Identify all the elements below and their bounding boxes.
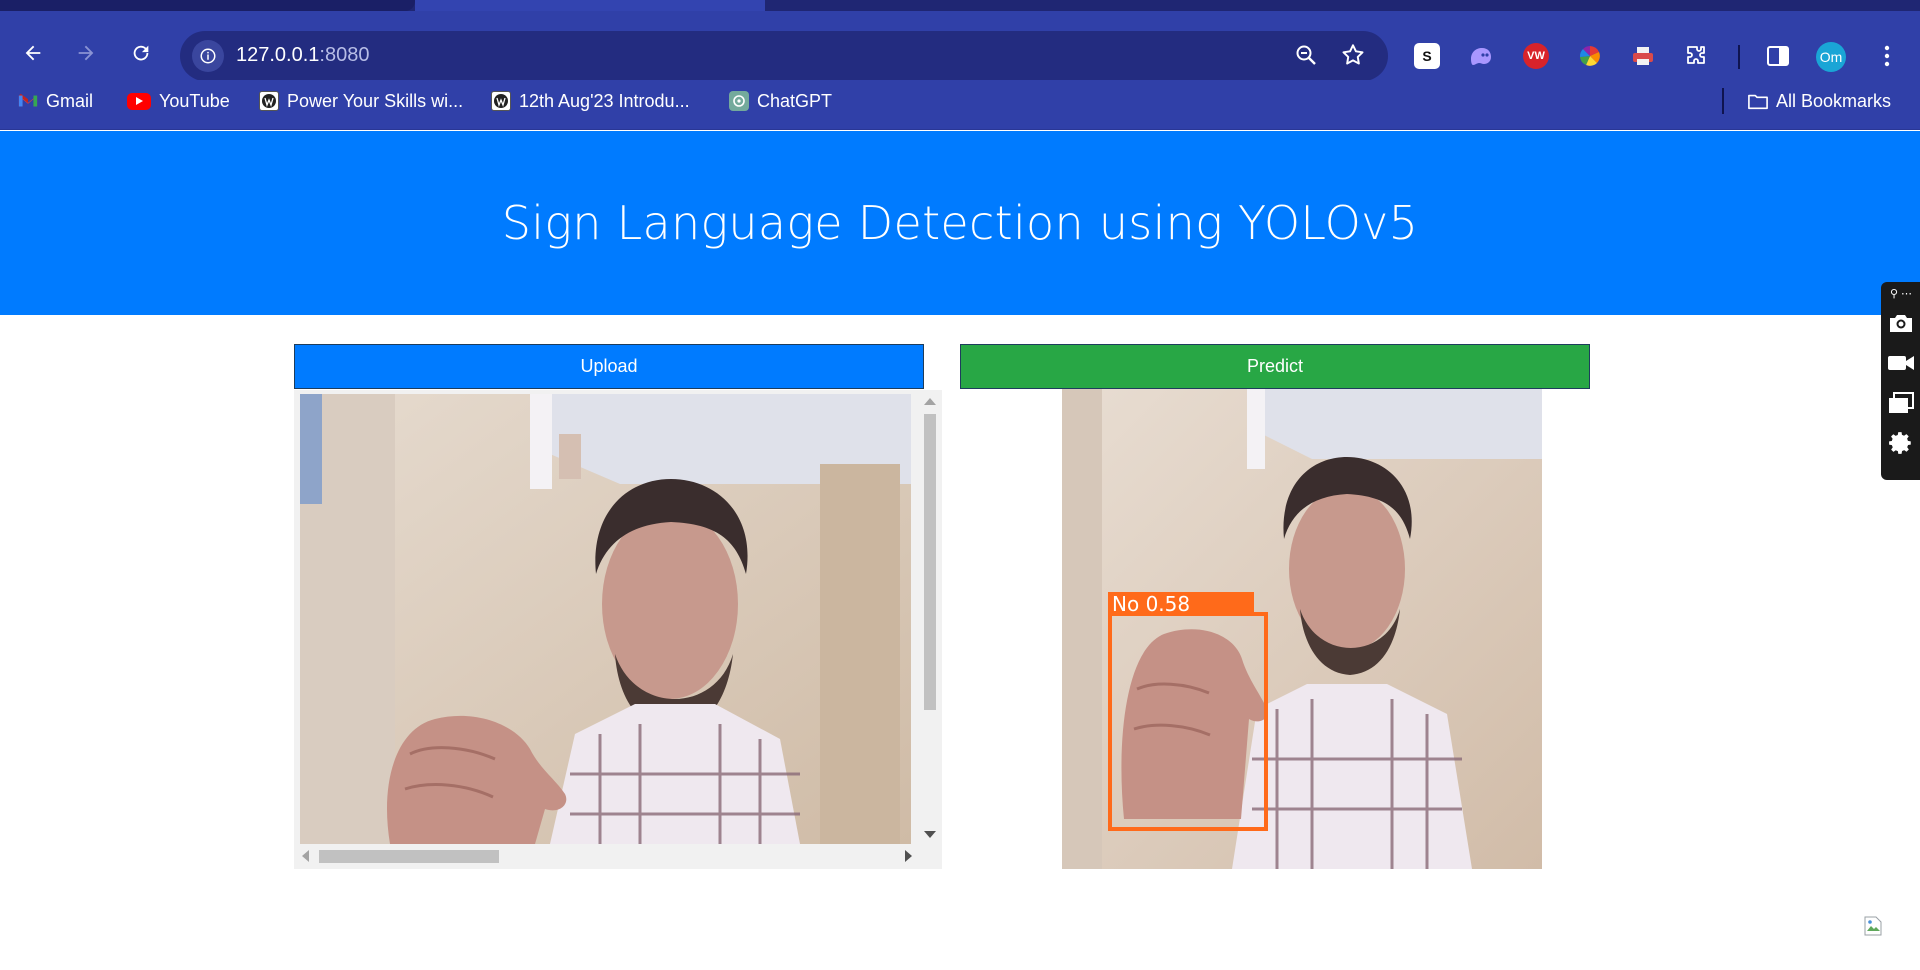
forward-button[interactable] bbox=[69, 36, 103, 70]
detection-confidence: 0.58 bbox=[1146, 592, 1191, 616]
toolbar-divider bbox=[1738, 45, 1740, 69]
horizontal-scroll-thumb[interactable] bbox=[319, 850, 499, 863]
bookmark-gmail[interactable]: Gmail bbox=[18, 89, 93, 113]
extension-printer-icon[interactable] bbox=[1630, 43, 1656, 69]
site-favicon bbox=[491, 91, 511, 111]
extension-vw-icon[interactable]: VW bbox=[1523, 43, 1549, 69]
site-favicon bbox=[259, 91, 279, 111]
capture-toolbar: ⚲ ⋯ bbox=[1881, 282, 1920, 480]
back-arrow-icon bbox=[25, 45, 41, 61]
extension-s-icon[interactable]: S bbox=[1414, 43, 1440, 69]
bookmark-star-icon[interactable] bbox=[1340, 42, 1366, 73]
predict-button[interactable]: Predict bbox=[960, 344, 1590, 389]
bookmark-label: Gmail bbox=[46, 90, 94, 111]
back-button[interactable] bbox=[16, 36, 50, 70]
site-info-icon[interactable] bbox=[192, 40, 224, 72]
url-text[interactable]: 127.0.0.1:8080 bbox=[236, 44, 369, 67]
bookmark-power-your-skills[interactable]: Power Your Skills wi... bbox=[259, 89, 463, 113]
uploaded-image bbox=[300, 394, 911, 844]
scroll-down-arrow-icon[interactable] bbox=[924, 831, 936, 838]
page-title: Sign Language Detection using YOLOv5 bbox=[501, 196, 1419, 250]
tab-previous[interactable] bbox=[0, 0, 415, 11]
page-header: Sign Language Detection using YOLOv5 bbox=[0, 131, 1920, 315]
folder-icon bbox=[1748, 91, 1768, 111]
detection-label: No 0.58 bbox=[1112, 592, 1190, 616]
capture-toolbar-menu-icon[interactable]: ⚲ ⋯ bbox=[1887, 286, 1915, 300]
bookmark-label: ChatGPT bbox=[757, 90, 833, 111]
all-bookmarks-button[interactable]: All Bookmarks bbox=[1748, 89, 1891, 113]
menu-kebab-icon[interactable] bbox=[1874, 43, 1900, 69]
broken-image-icon bbox=[1864, 916, 1882, 936]
detection-class: No bbox=[1112, 592, 1139, 616]
vertical-scrollbar[interactable] bbox=[918, 390, 942, 844]
window-capture-icon[interactable] bbox=[1887, 390, 1915, 416]
horizontal-scrollbar[interactable] bbox=[294, 844, 918, 869]
gmail-icon bbox=[18, 91, 38, 111]
settings-gear-icon[interactable] bbox=[1887, 430, 1915, 456]
chatgpt-icon bbox=[729, 91, 749, 111]
upload-preview-scrollbox[interactable] bbox=[294, 390, 942, 869]
browser-toolbar: 127.0.0.1:8080 S VW Om bbox=[0, 11, 1920, 91]
tab-active[interactable] bbox=[415, 0, 765, 11]
forward-arrow-icon bbox=[78, 45, 94, 61]
youtube-icon bbox=[127, 92, 151, 110]
tab-strip bbox=[0, 0, 1920, 11]
profile-avatar[interactable]: Om bbox=[1816, 42, 1846, 72]
bookmark-label: 12th Aug'23 Introdu... bbox=[519, 90, 690, 111]
address-bar[interactable]: 127.0.0.1:8080 bbox=[180, 31, 1388, 81]
reload-button[interactable] bbox=[124, 36, 158, 70]
scroll-left-arrow-icon[interactable] bbox=[302, 850, 309, 862]
video-record-icon[interactable] bbox=[1887, 350, 1915, 376]
vertical-scroll-thumb[interactable] bbox=[924, 414, 936, 710]
bookmark-youtube[interactable]: YouTube bbox=[127, 89, 230, 113]
prediction-image: No 0.58 bbox=[1062, 389, 1542, 869]
url-port: :8080 bbox=[319, 44, 370, 66]
bookmark-12th-aug[interactable]: 12th Aug'23 Introdu... bbox=[491, 89, 690, 113]
scroll-up-arrow-icon[interactable] bbox=[924, 398, 936, 405]
all-bookmarks-label: All Bookmarks bbox=[1776, 90, 1892, 111]
upload-button[interactable]: Upload bbox=[294, 344, 924, 389]
url-host: 127.0.0.1 bbox=[236, 44, 320, 66]
zoom-icon[interactable] bbox=[1294, 43, 1318, 72]
reload-icon bbox=[133, 45, 149, 61]
extension-ghost-icon[interactable] bbox=[1468, 43, 1494, 69]
scroll-right-arrow-icon[interactable] bbox=[905, 850, 912, 862]
extensions-puzzle-icon[interactable] bbox=[1684, 43, 1710, 69]
extension-color-wheel-icon[interactable] bbox=[1577, 43, 1603, 69]
bookmark-chatgpt[interactable]: ChatGPT bbox=[729, 89, 832, 113]
bookmark-label: Power Your Skills wi... bbox=[287, 90, 464, 111]
bookmarks-divider bbox=[1722, 88, 1724, 114]
side-panel-icon[interactable] bbox=[1765, 43, 1791, 69]
bookmark-label: YouTube bbox=[159, 90, 230, 111]
screenshot-camera-icon[interactable] bbox=[1887, 310, 1915, 336]
